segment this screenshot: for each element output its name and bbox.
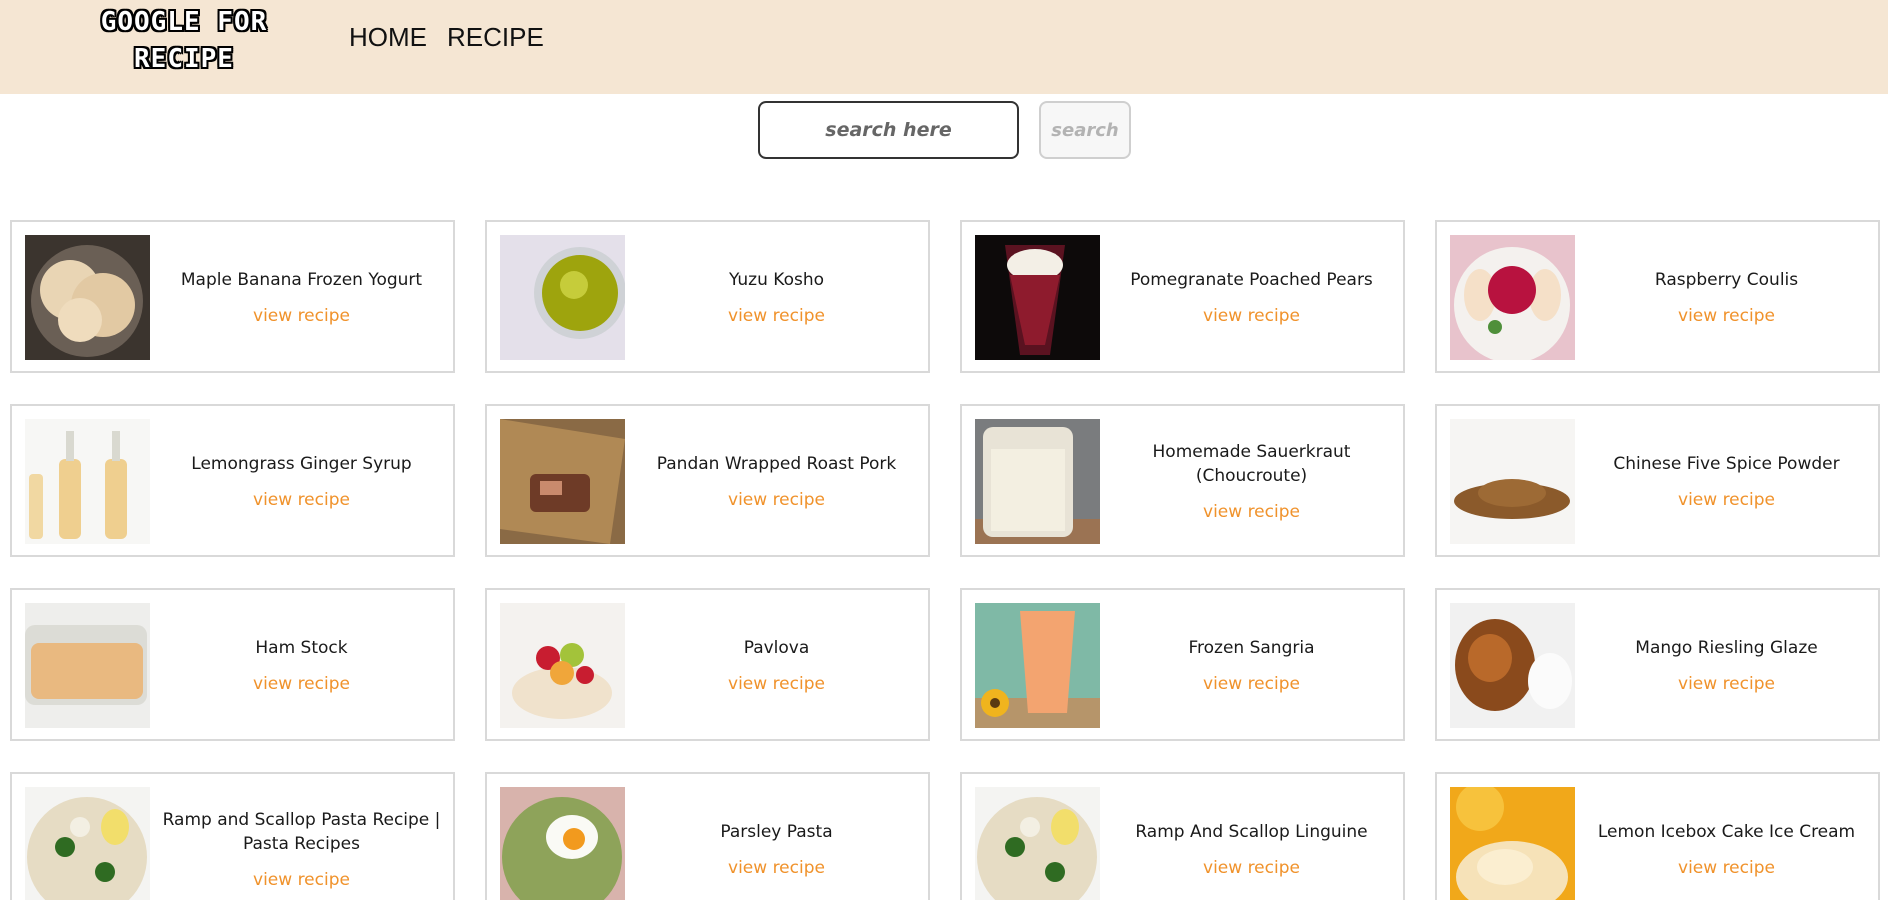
view-recipe-link[interactable]: view recipe [728,858,825,878]
recipe-title: Ramp And Scallop Linguine [1135,821,1368,842]
recipe-card[interactable]: Pomegranate Poached Pears view recipe [960,220,1405,373]
recipe-card[interactable]: Mango Riesling Glaze view recipe [1435,588,1880,741]
view-recipe-link[interactable]: view recipe [253,306,350,326]
recipe-title: Frozen Sangria [1188,637,1315,658]
recipe-title: Yuzu Kosho [728,269,825,290]
logo-line-2: RECIPE [134,44,234,74]
recipe-title: Mango Riesling Glaze [1635,637,1818,658]
view-recipe-link[interactable]: view recipe [1203,674,1300,694]
nav-home[interactable]: HOME [349,22,427,53]
search-button[interactable]: search [1039,101,1131,159]
recipe-card[interactable]: Lemongrass Ginger Syrup view recipe [10,404,455,557]
nav-recipe[interactable]: RECIPE [447,22,544,53]
recipe-card[interactable]: Ramp And Scallop Linguine view recipe [960,772,1405,900]
sauerkraut-image [975,419,1100,544]
recipe-card[interactable]: Raspberry Coulis view recipe [1435,220,1880,373]
recipe-title: Lemon Icebox Cake Ice Cream [1597,821,1856,842]
roast-pork-image [500,419,625,544]
view-recipe-link[interactable]: view recipe [1203,502,1300,522]
recipe-title: Raspberry Coulis [1654,269,1799,290]
ice-cream-image [1450,787,1575,900]
view-recipe-link[interactable]: view recipe [1678,490,1775,510]
frozen-yogurt-image [25,235,150,360]
view-recipe-link[interactable]: view recipe [728,306,825,326]
ham-stock-image [25,603,150,728]
view-recipe-link[interactable]: view recipe [1203,306,1300,326]
scallop-pasta-image [25,787,150,900]
recipe-title: Ham Stock [255,637,348,658]
view-recipe-link[interactable]: view recipe [728,490,825,510]
recipe-card[interactable]: Lemon Icebox Cake Ice Cream view recipe [1435,772,1880,900]
recipe-title: Lemongrass Ginger Syrup [191,453,412,474]
recipe-card[interactable]: Pavlova view recipe [485,588,930,741]
recipe-card[interactable]: Maple Banana Frozen Yogurt view recipe [10,220,455,373]
parsley-pasta-image [500,787,625,900]
recipe-card[interactable]: Chinese Five Spice Powder view recipe [1435,404,1880,557]
recipe-card[interactable]: Homemade Sauerkraut (Choucroute) view rec… [960,404,1405,557]
recipe-card[interactable]: Ramp and Scallop Pasta Recipe | Pasta Re… [10,772,455,900]
search-input[interactable] [758,101,1019,159]
logo-line-1: GOOGLE FOR [100,7,268,37]
poached-pears-image [975,235,1100,360]
view-recipe-link[interactable]: view recipe [1678,306,1775,326]
recipe-title: Pandan Wrapped Roast Pork [656,453,897,474]
recipe-title: Homemade Sauerkraut (Choucroute) [1152,441,1351,486]
recipe-card[interactable]: Parsley Pasta view recipe [485,772,930,900]
view-recipe-link[interactable]: view recipe [1678,858,1775,878]
pavlova-image [500,603,625,728]
recipe-card[interactable]: Pandan Wrapped Roast Pork view recipe [485,404,930,557]
recipe-title: Pomegranate Poached Pears [1130,269,1373,290]
view-recipe-link[interactable]: view recipe [1678,674,1775,694]
spice-powder-image [1450,419,1575,544]
recipe-title: Maple Banana Frozen Yogurt [180,269,423,290]
recipe-title: Chinese Five Spice Powder [1613,453,1840,474]
view-recipe-link[interactable]: view recipe [253,490,350,510]
recipe-title: Ramp and Scallop Pasta Recipe | Pasta Re… [162,809,441,854]
view-recipe-link[interactable]: view recipe [728,674,825,694]
frozen-sangria-image [975,603,1100,728]
scallop-linguine-image [975,787,1100,900]
ginger-syrup-image [25,419,150,544]
recipe-grid: Maple Banana Frozen Yogurt view recipe Yu… [10,220,1880,900]
raspberry-coulis-image [1450,235,1575,360]
top-header: GOOGLE FOR RECIPE HOME RECIPE [0,0,1888,94]
view-recipe-link[interactable]: view recipe [253,674,350,694]
mango-glaze-image [1450,603,1575,728]
view-recipe-link[interactable]: view recipe [253,870,350,890]
recipe-title: Pavlova [743,637,810,658]
view-recipe-link[interactable]: view recipe [1203,858,1300,878]
main-nav: HOME RECIPE [349,22,544,53]
recipe-card[interactable]: Yuzu Kosho view recipe [485,220,930,373]
yuzu-kosho-image [500,235,625,360]
site-logo[interactable]: GOOGLE FOR RECIPE [80,4,288,78]
recipe-card[interactable]: Ham Stock view recipe [10,588,455,741]
recipe-card[interactable]: Frozen Sangria view recipe [960,588,1405,741]
recipe-title: Parsley Pasta [720,821,833,842]
